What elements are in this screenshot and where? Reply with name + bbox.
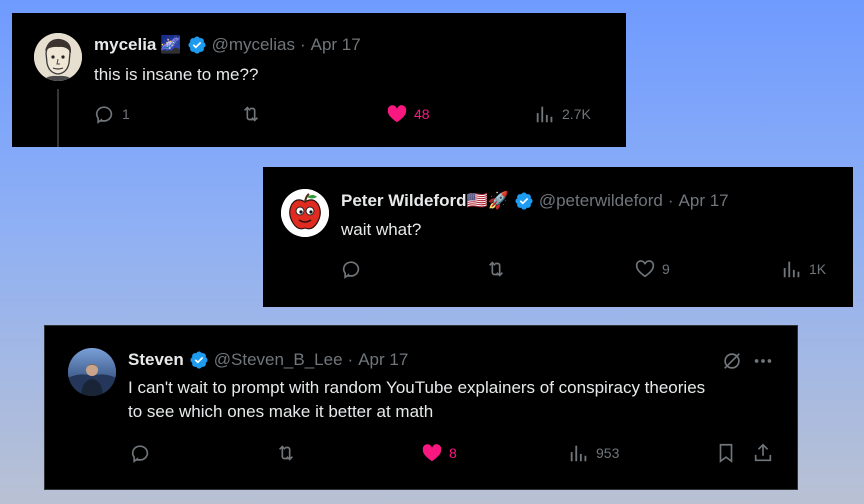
display-name[interactable]: Peter Wildeford: [341, 191, 466, 211]
handle[interactable]: @Steven_B_Lee: [214, 350, 343, 370]
share-icon: [754, 443, 772, 462]
share-button[interactable]: [752, 442, 774, 464]
like-count: 8: [449, 445, 457, 461]
avatar-apple-icon: [281, 189, 329, 237]
like-button[interactable]: 9: [634, 258, 670, 280]
retweet-button[interactable]: [240, 103, 268, 125]
like-icon: [422, 444, 442, 462]
tweet-date[interactable]: Apr 17: [311, 35, 361, 55]
tweet-text-line-1: I can't wait to prompt with random YouTu…: [128, 378, 706, 397]
tweet-card-mycelia[interactable]: mycelia 🌌 @mycelias · Apr 17 this is ins…: [12, 13, 626, 147]
like-count: 9: [662, 261, 670, 277]
display-name[interactable]: mycelia: [94, 35, 156, 55]
avatar-peter-wildeford[interactable]: [281, 189, 329, 237]
views-count: 953: [596, 445, 620, 461]
tweet-text: this is insane to me??: [94, 65, 259, 84]
like-button[interactable]: 8: [421, 442, 457, 464]
reply-button[interactable]: 1: [94, 103, 130, 125]
name-emoji: 🇺🇸🚀: [466, 191, 509, 210]
verified-badge-icon: [515, 192, 533, 210]
tweet-header: Peter Wildeford 🇺🇸🚀 @peterwildeford · Ap…: [341, 191, 729, 211]
tweet-text: wait what?: [341, 220, 422, 239]
reply-icon: [95, 106, 113, 124]
views-icon: [783, 261, 800, 278]
reply-count: 1: [122, 106, 130, 122]
retweet-button[interactable]: [275, 442, 303, 464]
tweet-date[interactable]: Apr 17: [358, 350, 408, 370]
retweet-icon: [488, 261, 504, 277]
views-count: 1K: [809, 261, 827, 277]
tweet-date[interactable]: Apr 17: [679, 191, 729, 211]
handle[interactable]: @mycelias: [212, 35, 295, 55]
retweet-button[interactable]: [485, 258, 513, 280]
more-options-button[interactable]: [752, 350, 774, 377]
views-button[interactable]: 1K: [781, 258, 826, 280]
tweet-card-steven[interactable]: Steven @Steven_B_Lee · Apr 17 I can't wa…: [44, 325, 798, 490]
views-icon: [536, 106, 553, 123]
tweet-card-peter-wildeford[interactable]: Peter Wildeford 🇺🇸🚀 @peterwildeford · Ap…: [263, 167, 853, 307]
tweet-text: I can't wait to prompt with random YouTu…: [128, 376, 705, 424]
action-bar: 9 1K: [341, 258, 841, 282]
separator-dot: ·: [667, 191, 674, 210]
grok-button[interactable]: [721, 350, 743, 377]
retweet-icon: [243, 106, 259, 122]
reply-icon: [131, 445, 149, 463]
separator-dot: ·: [347, 350, 354, 369]
reply-button[interactable]: [130, 442, 158, 464]
avatar-photo-icon: [68, 348, 116, 396]
retweet-icon: [278, 445, 294, 461]
name-emoji: 🌌: [160, 35, 182, 54]
handle[interactable]: @peterwildeford: [539, 191, 663, 211]
bookmark-button[interactable]: [715, 442, 737, 464]
display-name[interactable]: Steven: [128, 350, 184, 370]
like-icon: [387, 105, 407, 123]
action-bar: 8 953: [130, 442, 780, 466]
avatar-mycelia[interactable]: [34, 33, 82, 81]
bookmark-icon: [719, 443, 733, 463]
views-count: 2.7K: [562, 106, 591, 122]
reply-button[interactable]: [341, 258, 369, 280]
verified-badge-icon: [188, 36, 206, 54]
grok-icon: [724, 353, 740, 369]
avatar-portrait-icon: [34, 33, 82, 81]
tweet-text-line-2: to see which ones make it better at math: [128, 402, 434, 421]
like-count: 48: [414, 106, 430, 122]
views-button[interactable]: 953: [568, 442, 619, 464]
like-icon: [635, 260, 655, 278]
avatar-steven[interactable]: [68, 348, 116, 396]
thread-connector-line: [57, 89, 59, 147]
reply-icon: [342, 261, 360, 279]
like-button[interactable]: 48: [386, 103, 430, 125]
views-icon: [570, 445, 587, 462]
views-button[interactable]: 2.7K: [534, 103, 591, 125]
tweet-header: mycelia 🌌 @mycelias · Apr 17: [94, 35, 361, 55]
more-icon: [754, 359, 772, 363]
tweet-header: Steven @Steven_B_Lee · Apr 17: [128, 350, 408, 370]
verified-badge-icon: [190, 351, 208, 369]
separator-dot: ·: [299, 35, 306, 54]
action-bar: 1 48 2.7K: [94, 103, 614, 127]
